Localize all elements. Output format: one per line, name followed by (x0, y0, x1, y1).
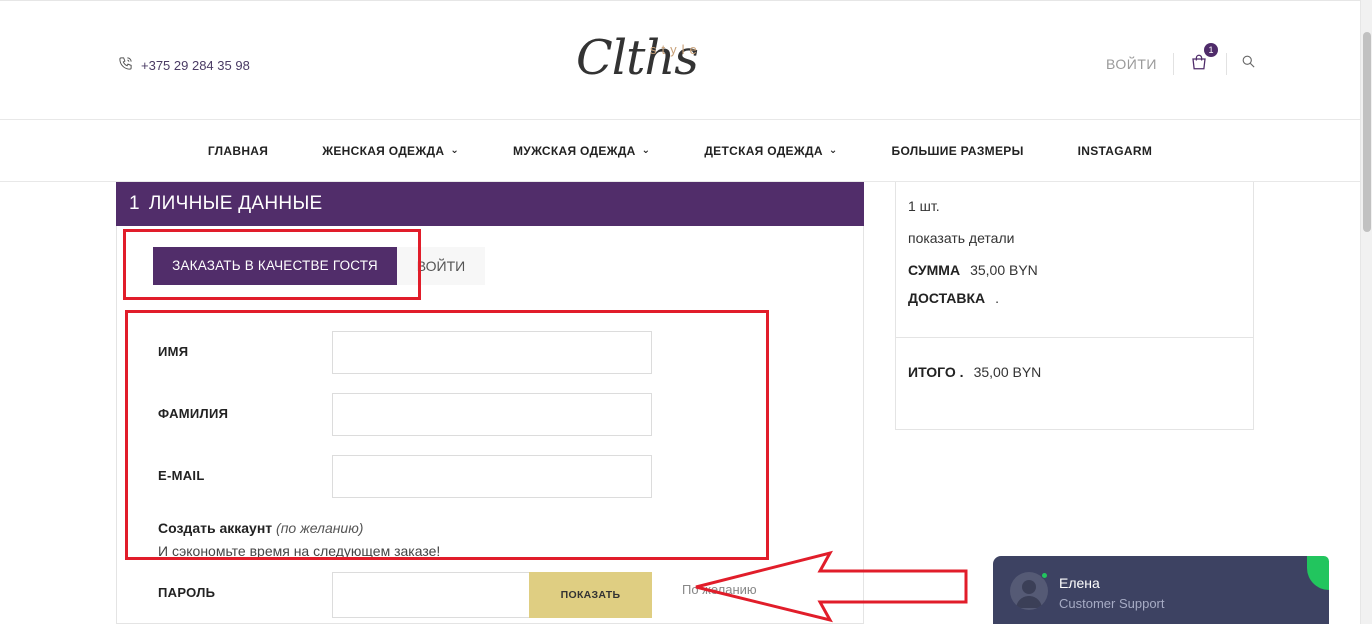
site-logo[interactable]: Clths style (576, 30, 716, 96)
nav-label: ДЕТСКАЯ ОДЕЖДА (704, 144, 823, 158)
password-input[interactable] (332, 572, 530, 618)
search-button[interactable] (1241, 54, 1256, 74)
site-header: +375 29 284 35 98 Clths style ВОЙТИ 1 (0, 0, 1360, 120)
chat-widget[interactable]: Елена Customer Support (993, 556, 1329, 624)
chevron-down-icon: ⌄ (641, 144, 651, 156)
shipping-label: ДОСТАВКА (908, 290, 986, 306)
nav-item-men[interactable]: МУЖСКАЯ ОДЕЖДА ⌄ (486, 144, 677, 158)
scrollbar-thumb[interactable] (1363, 32, 1371, 232)
nav-item-women[interactable]: ЖЕНСКАЯ ОДЕЖДА ⌄ (295, 144, 486, 158)
online-status-dot (1041, 572, 1048, 579)
nav-item-kids[interactable]: ДЕТСКАЯ ОДЕЖДА ⌄ (677, 144, 864, 158)
password-label: ПАРОЛЬ (158, 585, 216, 600)
annotation-box-fields (125, 310, 769, 560)
chat-agent-name: Елена (1059, 575, 1100, 591)
page-scrollbar[interactable] (1360, 0, 1372, 624)
nav-item-instagram[interactable]: INSTAGARM (1051, 144, 1179, 158)
summary-quantity: 1 шт. (908, 198, 940, 214)
logo-wordmark: Clths (576, 30, 699, 86)
order-summary: 1 шт. показать детали СУММА 35,00 BYN ДОС… (895, 182, 1254, 430)
step-number: 1 (129, 193, 140, 214)
summary-subtotal: СУММА 35,00 BYN (908, 262, 1038, 278)
shipping-value: . (995, 290, 1000, 306)
nav-label: ЖЕНСКАЯ ОДЕЖДА (322, 144, 445, 158)
summary-shipping: ДОСТАВКА. (908, 290, 999, 306)
phone-contact[interactable]: +375 29 284 35 98 (118, 56, 250, 74)
nav-label: МУЖСКАЯ ОДЕЖДА (513, 144, 636, 158)
summary-divider (896, 337, 1253, 338)
main-nav: ГЛАВНАЯ ЖЕНСКАЯ ОДЕЖДА ⌄ МУЖСКАЯ ОДЕЖДА ⌄ … (0, 121, 1360, 182)
annotation-box-guest (123, 229, 421, 300)
chevron-down-icon: ⌄ (450, 144, 460, 156)
nav-item-plus-size[interactable]: БОЛЬШИЕ РАЗМЕРЫ (865, 144, 1051, 158)
subtotal-value: 35,00 BYN (970, 262, 1038, 278)
subtotal-label: СУММА (908, 262, 961, 278)
show-details-link[interactable]: показать детали (908, 230, 1014, 246)
phone-number: +375 29 284 35 98 (141, 57, 250, 73)
nav-item-home[interactable]: ГЛАВНАЯ (181, 144, 295, 158)
chat-status-corner (1307, 556, 1329, 590)
show-password-button[interactable]: ПОКАЗАТЬ (529, 572, 652, 618)
login-link[interactable]: ВОЙТИ (1106, 53, 1174, 75)
step-title: ЛИЧНЫЕ ДАННЫЕ (148, 193, 323, 214)
total-label: ИТОГО . (908, 364, 964, 380)
logo-subtitle: style (650, 42, 702, 57)
nav-label: ГЛАВНАЯ (207, 144, 269, 158)
cart-button[interactable]: 1 (1190, 43, 1227, 76)
phone-icon (118, 56, 133, 74)
section-header-personal-data: 1 ЛИЧНЫЕ ДАННЫЕ (116, 182, 864, 226)
shopping-bag-icon (1190, 53, 1208, 76)
summary-total: ИТОГО . 35,00 BYN (908, 364, 1041, 380)
cart-count-badge: 1 (1204, 43, 1218, 57)
nav-label: INSTAGARM (1077, 144, 1153, 158)
chevron-down-icon: ⌄ (828, 144, 838, 156)
chat-agent-role: Customer Support (1059, 596, 1165, 611)
nav-label: БОЛЬШИЕ РАЗМЕРЫ (891, 144, 1024, 158)
total-value: 35,00 BYN (973, 364, 1042, 380)
annotation-arrow (695, 550, 968, 623)
search-icon (1241, 54, 1256, 74)
header-actions: ВОЙТИ 1 (1106, 43, 1256, 84)
